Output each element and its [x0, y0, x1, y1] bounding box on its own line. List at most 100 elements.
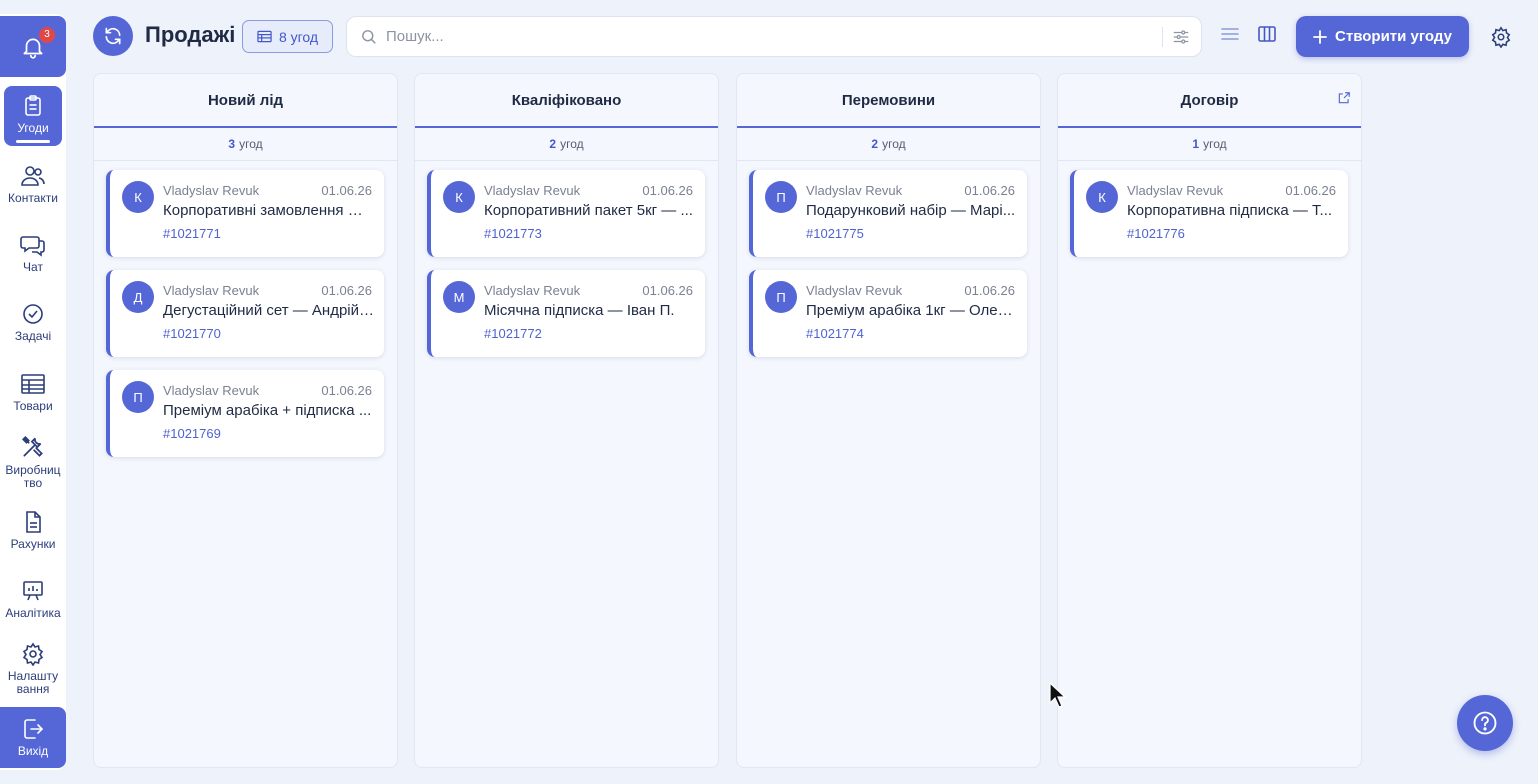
nav-chat[interactable]: Чат	[0, 233, 66, 274]
column-deal-count: 3 угод	[94, 128, 397, 161]
refresh-button[interactable]	[93, 16, 133, 56]
gear-icon	[22, 642, 44, 666]
search-input[interactable]	[386, 28, 1146, 45]
refresh-icon	[105, 27, 121, 45]
column-title: Перемовини	[841, 91, 936, 109]
deal-card[interactable]: Д Vladyslav Revuk 01.06.26 Дегустаційний се…	[106, 270, 384, 357]
deal-owner: Vladyslav Revuk	[484, 183, 581, 198]
sidebar: 3 Угоди Контакти Чат Задачі Товари Вироб…	[0, 14, 66, 770]
board-view-icon[interactable]	[1257, 24, 1277, 44]
users-icon	[21, 166, 45, 186]
presentation-chart-icon	[23, 581, 43, 601]
deals-count-badge[interactable]: 8 угод	[242, 20, 333, 53]
deal-card[interactable]: М Vladyslav Revuk 01.06.26 Місячна підписка…	[427, 270, 705, 357]
create-deal-button[interactable]: Створити угоду	[1296, 16, 1469, 57]
deal-title: Корпоративні замовлення — ...	[163, 202, 375, 219]
deals-count-label: 8 угод	[278, 28, 319, 45]
column-deal-count: 2 угод	[415, 128, 718, 161]
document-icon	[26, 511, 41, 533]
pipeline-column: Кваліфіковано 2 угод К Vladyslav Revuk 01.06.…	[414, 73, 719, 768]
column-count-unit: угод	[239, 137, 263, 151]
column-header[interactable]: Кваліфіковано	[415, 74, 718, 128]
column-count-unit: угод	[560, 137, 584, 151]
deal-owner: Vladyslav Revuk	[484, 283, 581, 298]
nav-settings[interactable]: Налашту вання	[0, 642, 66, 696]
external-link-icon[interactable]	[1337, 91, 1351, 105]
avatar: К	[443, 181, 475, 213]
help-button[interactable]	[1457, 695, 1513, 751]
column-count-unit: угод	[882, 137, 906, 151]
filter-sliders-icon[interactable]	[1172, 28, 1190, 46]
deal-date: 01.06.26	[964, 283, 1015, 298]
avatar: К	[1086, 181, 1118, 213]
plus-icon	[1313, 29, 1327, 44]
nav-contacts-label: Контакти	[8, 191, 58, 205]
deal-card[interactable]: П Vladyslav Revuk 01.06.26 Преміум арабіка …	[749, 270, 1027, 357]
deal-number[interactable]: #1021776	[1127, 226, 1185, 241]
notifications-button[interactable]: 3	[0, 16, 66, 77]
nav-chat-label: Чат	[23, 260, 43, 274]
deal-date: 01.06.26	[321, 283, 372, 298]
deal-number[interactable]: #1021772	[484, 326, 542, 341]
clipboard-icon	[25, 95, 41, 116]
deal-card[interactable]: П Vladyslav Revuk 01.06.26 Подарунковий наб…	[749, 170, 1027, 257]
nav-invoices[interactable]: Рахунки	[0, 510, 66, 551]
column-deal-count: 2 угод	[737, 128, 1040, 161]
active-indicator	[16, 140, 50, 143]
deal-title: Дегустаційний сет — Андрій ...	[163, 302, 375, 319]
nav-settings-label: Налашту вання	[7, 669, 59, 696]
deal-owner: Vladyslav Revuk	[163, 283, 260, 298]
deal-number[interactable]: #1021771	[163, 226, 221, 241]
pipeline-column: Новий лід 3 угод К Vladyslav Revuk 01.06.26 Ко…	[93, 73, 398, 768]
nav-products-label: Товари	[13, 399, 53, 413]
column-header[interactable]: Договір	[1058, 74, 1361, 128]
create-deal-label: Створити угоду	[1335, 28, 1452, 45]
column-count-number: 2	[871, 137, 879, 151]
nav-production[interactable]: Виробниц тво	[0, 434, 66, 490]
deal-date: 01.06.26	[642, 183, 693, 198]
nav-deals[interactable]: Угоди	[4, 86, 62, 146]
deal-number[interactable]: #1021773	[484, 226, 542, 241]
nav-products[interactable]: Товари	[0, 372, 66, 413]
deal-date: 01.06.26	[1285, 183, 1336, 198]
chat-icon	[20, 236, 45, 257]
deal-card[interactable]: К Vladyslav Revuk 01.06.26 Корпоративна під…	[1070, 170, 1348, 257]
deal-card[interactable]: К Vladyslav Revuk 01.06.26 Корпоративний па…	[427, 170, 705, 257]
deal-title: Корпоративний пакет 5кг — ...	[484, 202, 693, 219]
deal-title: Корпоративна підписка — Т...	[1127, 202, 1333, 219]
deal-number[interactable]: #1021775	[806, 226, 864, 241]
nav-deals-label: Угоди	[17, 121, 49, 135]
deal-owner: Vladyslav Revuk	[806, 283, 903, 298]
deal-number[interactable]: #1021774	[806, 326, 864, 341]
column-title: Новий лід	[207, 91, 284, 109]
table-icon	[21, 374, 45, 394]
logout-label: Вихід	[17, 744, 49, 758]
search-divider	[1162, 27, 1163, 47]
nav-analytics-label: Аналітика	[5, 606, 61, 620]
deal-date: 01.06.26	[321, 383, 372, 398]
column-count-number: 2	[549, 137, 557, 151]
question-icon	[1473, 711, 1497, 735]
column-count-number: 1	[1192, 137, 1200, 151]
column-header[interactable]: Новий лід	[94, 74, 397, 128]
list-view-icon[interactable]	[1220, 24, 1240, 44]
nav-analytics[interactable]: Аналітика	[0, 579, 66, 620]
deal-number[interactable]: #1021770	[163, 326, 221, 341]
avatar: К	[122, 181, 154, 213]
search-icon	[362, 30, 376, 44]
column-header[interactable]: Перемовини	[737, 74, 1040, 128]
deal-title: Преміум арабіка + підписка ...	[163, 402, 372, 419]
nav-tasks[interactable]: Задачі	[0, 302, 66, 343]
nav-invoices-label: Рахунки	[10, 537, 56, 551]
column-title: Кваліфіковано	[511, 91, 622, 109]
logout-button[interactable]: Вихід	[0, 707, 66, 768]
deal-card[interactable]: П Vladyslav Revuk 01.06.26 Преміум арабіка …	[106, 370, 384, 457]
avatar: М	[443, 281, 475, 313]
nav-contacts[interactable]: Контакти	[0, 164, 66, 205]
deal-title: Преміум арабіка 1кг — Олен...	[806, 302, 1018, 319]
gear-icon[interactable]	[1490, 26, 1512, 48]
deal-number[interactable]: #1021769	[163, 426, 221, 441]
deal-date: 01.06.26	[964, 183, 1015, 198]
deal-card[interactable]: К Vladyslav Revuk 01.06.26 Корпоративні зам…	[106, 170, 384, 257]
avatar: П	[765, 281, 797, 313]
